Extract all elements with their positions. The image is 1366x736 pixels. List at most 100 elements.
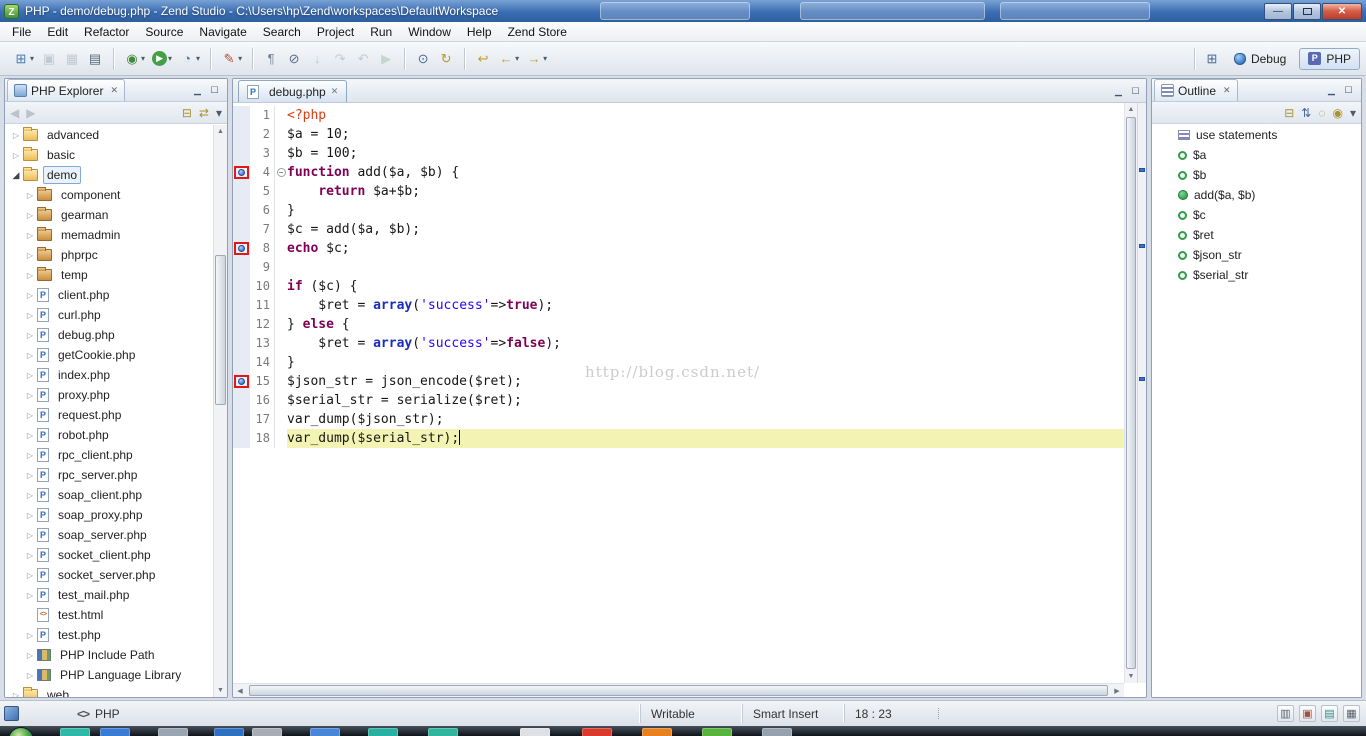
save-button[interactable]: ▣ — [38, 49, 60, 69]
tree-item-test-php[interactable]: ▷ Ptest.php — [5, 625, 213, 645]
expander-collapsed-icon[interactable]: ▷ — [23, 211, 37, 220]
scrollbar-thumb[interactable] — [1126, 117, 1136, 669]
cursor-position-status[interactable]: 18 : 23 — [844, 704, 936, 723]
outline-item-add-a-b[interactable]: add($a, $b) — [1152, 185, 1361, 205]
title-bar[interactable]: Z PHP - demo/debug.php - Zend Studio - C… — [0, 0, 1366, 22]
tree-item-test-html[interactable]: <> test.html — [5, 605, 213, 625]
expander-collapsed-icon[interactable]: ▷ — [23, 191, 37, 200]
debug-dropdown-arrow[interactable]: ▾ — [141, 54, 145, 63]
outline-item-ret[interactable]: $ret — [1152, 225, 1361, 245]
expander-collapsed-icon[interactable]: ▷ — [23, 571, 37, 580]
expander-collapsed-icon[interactable]: ▷ — [23, 251, 37, 260]
link-with-editor-button[interactable]: ⇄ — [199, 107, 209, 119]
taskbar-app-2[interactable] — [100, 728, 130, 736]
annotation-gutter[interactable] — [233, 163, 250, 182]
code-line-3[interactable]: 3 $b = 100; — [233, 144, 1124, 163]
expander-collapsed-icon[interactable]: ▷ — [23, 451, 37, 460]
editor-vertical-scrollbar[interactable]: ▲ ▼ — [1124, 103, 1137, 683]
scroll-down-arrow[interactable]: ▼ — [214, 684, 227, 697]
code-line-8[interactable]: 8 echo $c; — [233, 239, 1124, 258]
code-line-17[interactable]: 17 var_dump($json_str); — [233, 410, 1124, 429]
tree-item-proxy-php[interactable]: ▷ Pproxy.php — [5, 385, 213, 405]
tree-item-soap-proxy-php[interactable]: ▷ Psoap_proxy.php — [5, 505, 213, 525]
menu-project[interactable]: Project — [309, 23, 362, 41]
minimize-window-button[interactable]: — — [1264, 2, 1292, 20]
expander-collapsed-icon[interactable]: ▷ — [23, 471, 37, 480]
search-button[interactable]: ⊙ — [412, 49, 434, 69]
menu-zend-store[interactable]: Zend Store — [500, 23, 575, 41]
taskbar-app-9[interactable] — [520, 728, 550, 736]
expander-collapsed-icon[interactable]: ▷ — [9, 691, 23, 698]
tree-item-advanced[interactable]: ▷ advanced — [5, 125, 213, 145]
expander-expanded-icon[interactable]: ◢ — [9, 170, 23, 181]
menu-run[interactable]: Run — [362, 23, 400, 41]
maximize-window-button[interactable] — [1293, 2, 1321, 20]
console-tray-icon[interactable]: ▥ — [1277, 705, 1294, 722]
expander-collapsed-icon[interactable]: ▷ — [23, 531, 37, 540]
expander-collapsed-icon[interactable]: ▷ — [23, 311, 37, 320]
taskbar-app-11[interactable] — [642, 728, 672, 736]
menu-search[interactable]: Search — [255, 23, 309, 41]
view-menu-button[interactable]: ▾ — [216, 107, 222, 119]
tree-item-getcookie-php[interactable]: ▷ PgetCookie.php — [5, 345, 213, 365]
collapse-fold-icon[interactable]: − — [276, 168, 286, 177]
profile-button[interactable]: ◔ ▾ — [176, 49, 203, 69]
server-tray-icon[interactable]: ▤ — [1321, 705, 1338, 722]
outline-item-json-str[interactable]: $json_str — [1152, 245, 1361, 265]
tree-item-rpc-client-php[interactable]: ▷ Prpc_client.php — [5, 445, 213, 465]
perspective-debug-button[interactable]: Debug — [1225, 48, 1295, 70]
maximize-view-button[interactable]: ☐ — [208, 85, 221, 96]
code-line-6[interactable]: 6} — [233, 201, 1124, 220]
tree-item-gearman[interactable]: ▷ gearman — [5, 205, 213, 225]
outline-item-a[interactable]: $a — [1152, 145, 1361, 165]
expander-collapsed-icon[interactable]: ▷ — [23, 331, 37, 340]
expander-collapsed-icon[interactable]: ▷ — [23, 411, 37, 420]
expander-collapsed-icon[interactable]: ▷ — [23, 391, 37, 400]
run-dropdown-arrow[interactable]: ▾ — [168, 54, 172, 63]
scroll-down-arrow[interactable]: ▼ — [1125, 670, 1137, 683]
forward-button[interactable]: ▶ — [26, 107, 35, 119]
menu-edit[interactable]: Edit — [39, 23, 76, 41]
back-history-dropdown-arrow[interactable]: ▾ — [515, 54, 519, 63]
windows-taskbar[interactable] — [0, 726, 1366, 736]
back-history-button[interactable]: ← ▾ — [495, 49, 522, 69]
expander-collapsed-icon[interactable]: ▷ — [23, 671, 37, 680]
back-button[interactable]: ◀ — [10, 107, 19, 119]
monitor-tray-icon[interactable]: ▦ — [1343, 705, 1360, 722]
close-tab-icon[interactable]: ✕ — [331, 86, 339, 97]
menu-source[interactable]: Source — [137, 23, 191, 41]
code-line-13[interactable]: 13 $ret = array('success'=>false); — [233, 334, 1124, 353]
taskbar-app-10[interactable] — [582, 728, 612, 736]
minimize-view-button[interactable]: ▁ — [191, 85, 204, 96]
forward-history-button[interactable]: → ▾ — [523, 49, 550, 69]
new-wizard-button[interactable]: ⊞ ▾ — [10, 49, 37, 69]
annotation-gutter[interactable] — [233, 239, 250, 258]
scroll-left-arrow[interactable]: ◀ — [233, 684, 247, 697]
tree-item-php-include-path[interactable]: ▷ PHP Include Path — [5, 645, 213, 665]
scroll-right-arrow[interactable]: ▶ — [1110, 684, 1124, 697]
scroll-up-arrow[interactable]: ▲ — [214, 125, 227, 138]
tree-item-debug-php[interactable]: ▷ Pdebug.php — [5, 325, 213, 345]
tree-item-phprpc[interactable]: ▷ phprpc — [5, 245, 213, 265]
expander-collapsed-icon[interactable]: ▷ — [23, 511, 37, 520]
collapse-all-button[interactable]: ⊟ — [1284, 107, 1294, 119]
minimize-view-button[interactable]: ▁ — [1325, 85, 1338, 96]
expander-collapsed-icon[interactable]: ▷ — [23, 371, 37, 380]
close-window-button[interactable]: ✕ — [1322, 2, 1362, 20]
scrollbar-thumb[interactable] — [215, 255, 226, 405]
step-return-button[interactable]: ↶ — [352, 49, 374, 69]
maximize-view-button[interactable]: ☐ — [1342, 85, 1355, 96]
expander-collapsed-icon[interactable]: ▷ — [9, 131, 23, 140]
taskbar-app-6[interactable] — [310, 728, 340, 736]
breakpoint-icon[interactable] — [238, 378, 245, 385]
maximize-editor-button[interactable]: ☐ — [1129, 86, 1142, 97]
forward-history-dropdown-arrow[interactable]: ▾ — [543, 54, 547, 63]
code-line-7[interactable]: 7 $c = add($a, $b); — [233, 220, 1124, 239]
annotation-gutter[interactable] — [233, 372, 250, 391]
code-line-9[interactable]: 9 — [233, 258, 1124, 277]
taskbar-app-7[interactable] — [368, 728, 398, 736]
expander-collapsed-icon[interactable]: ▷ — [23, 431, 37, 440]
expander-collapsed-icon[interactable]: ▷ — [23, 231, 37, 240]
tree-item-robot-php[interactable]: ▷ Probot.php — [5, 425, 213, 445]
skip-all-breakpoints-button[interactable]: ⊘ — [283, 49, 305, 69]
